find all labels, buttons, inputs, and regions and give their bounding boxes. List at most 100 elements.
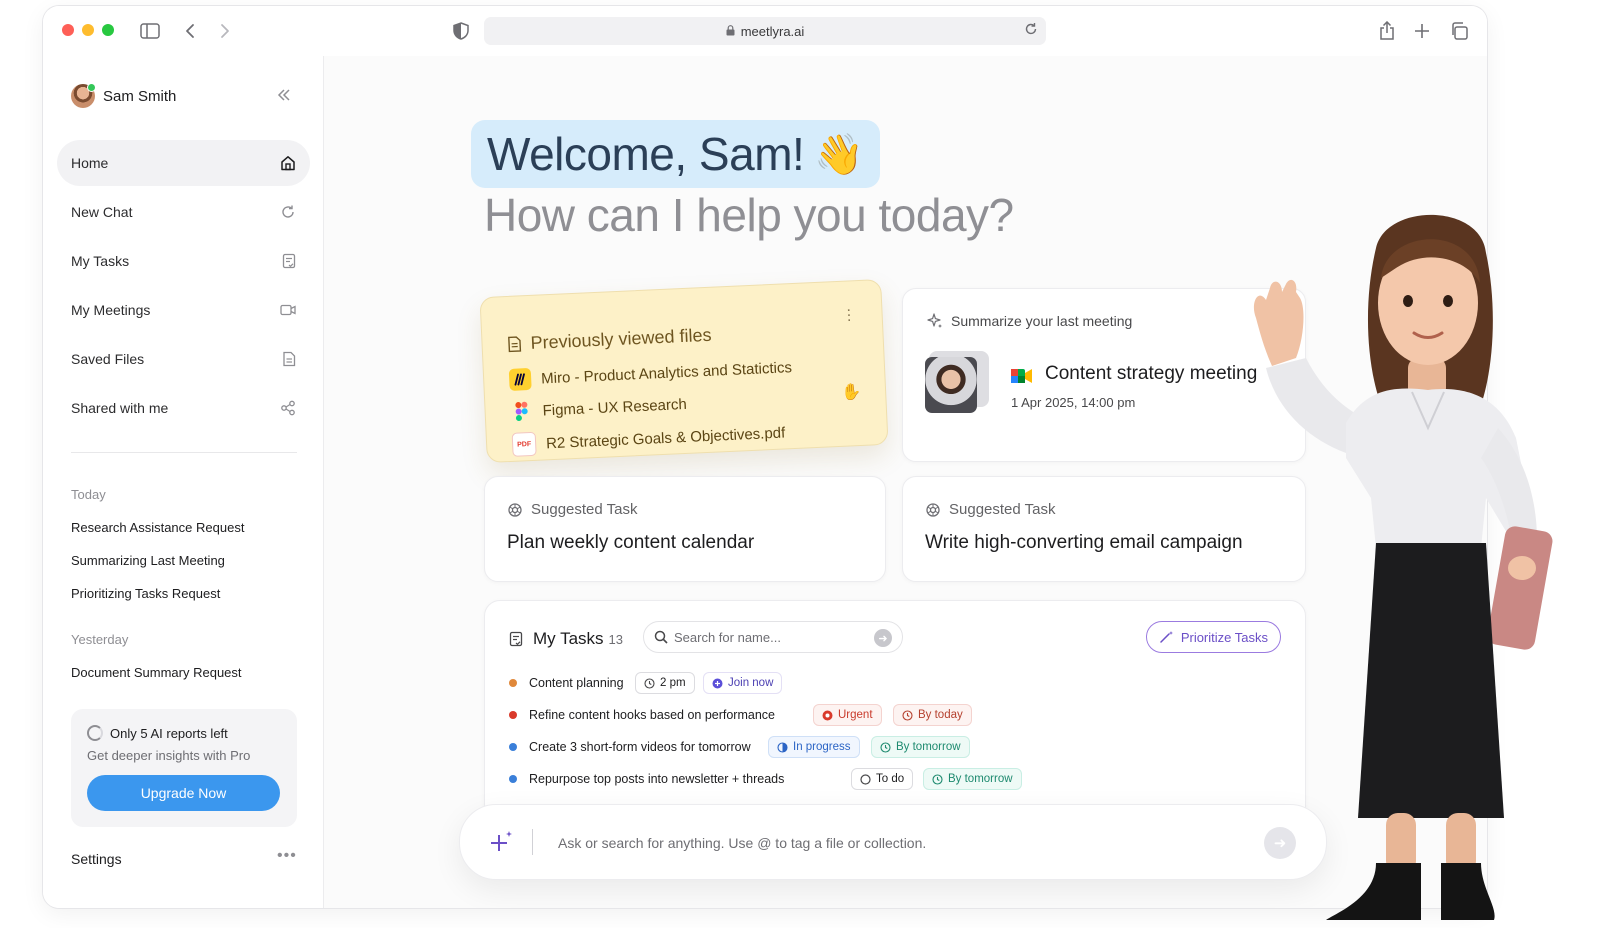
back-icon[interactable] [178,19,202,43]
tab-overview-icon[interactable] [1447,19,1471,43]
usage-ring-icon [87,725,103,741]
new-tab-icon[interactable] [1410,19,1434,43]
chat-input[interactable] [556,827,1250,859]
participant-avatar [925,357,977,413]
ai-sparkle-plus-icon[interactable] [490,830,514,854]
due-badge: By today [893,704,972,726]
sidebar-divider [71,452,297,453]
task-name: Refine content hooks based on performanc… [529,708,775,722]
refresh-chat-icon [280,204,296,220]
avatar [71,83,96,108]
share-icon[interactable] [1375,19,1399,43]
miro-icon [508,367,532,391]
magic-wand-icon [1159,630,1175,644]
more-options-icon[interactable]: ••• [277,847,297,865]
promo-title-text: Only 5 AI reports left [110,725,228,741]
task-status-dot [509,775,517,783]
plus-circle-icon [712,678,723,689]
home-icon [280,155,296,171]
sparkle-icon [927,313,943,329]
sidebar-item-home[interactable]: Home [57,140,310,186]
meeting-card-header-text: Summarize your last meeting [951,313,1133,329]
progress-icon [777,741,788,753]
google-meet-icon [1011,367,1033,385]
file-item[interactable]: Figma - UX Research [510,393,687,423]
forward-icon[interactable] [213,19,237,43]
history-item[interactable]: Document Summary Request [71,665,242,680]
suggested-task-label: Suggested Task [531,501,638,518]
due-badge-text: By today [918,709,963,721]
to-do-badge-text: To do [876,773,905,785]
task-search-field[interactable]: Search for name... ➜ [643,621,903,653]
more-vertical-icon[interactable]: · · · [846,301,853,328]
in-progress-badge-text: In progress [793,741,851,753]
sidebar-item-my-tasks[interactable]: My Tasks [57,238,310,284]
clock-icon [644,677,655,689]
address-bar[interactable]: meetlyra.ai [484,17,1046,45]
due-badge-text: By tomorrow [948,773,1013,785]
upgrade-now-button[interactable]: Upgrade Now [87,775,280,811]
privacy-shield-icon[interactable] [449,19,473,43]
suggested-task-title: Write high-converting email campaign [925,532,1243,553]
join-now-button[interactable]: Join now [703,672,783,694]
waving-woman-illustration [1253,214,1553,920]
file-item[interactable]: PDF R2 Strategic Goals & Objectives.pdf [511,420,786,457]
suggested-task-header: Suggested Task [507,501,637,518]
history-item[interactable]: Summarizing Last Meeting [71,553,225,568]
welcome-heading: Welcome, Sam! [487,128,805,180]
video-icon [280,304,296,316]
task-row[interactable]: Create 3 short-form videos for tomorrow [509,736,751,758]
openai-icon [507,502,523,518]
tasks-icon [509,631,523,647]
my-tasks-title-text: My Tasks [533,629,604,648]
close-window-button[interactable] [62,24,74,36]
openai-icon [925,502,941,518]
task-name: Content planning [529,676,624,690]
meeting-date: 1 Apr 2025, 14:00 pm [1011,395,1136,410]
meeting-title: Content strategy meeting [1045,363,1258,384]
task-row[interactable]: Content planning [509,672,624,694]
meeting-card-header: Summarize your last meeting [927,313,1132,329]
history-section-today: Today [71,487,106,502]
time-tag: 2 pm [635,672,695,694]
history-item[interactable]: Research Assistance Request [71,520,244,535]
search-icon [654,630,668,644]
sidebar: Sam Smith Home New Chat My Tasks My Meet… [43,56,324,908]
waving-hand-icon: 👋 [814,132,865,177]
sidebar-item-new-chat[interactable]: New Chat [57,189,310,235]
urgent-badge-text: Urgent [838,709,873,721]
file-icon [282,351,296,367]
history-item[interactable]: Prioritizing Tasks Request [71,586,220,601]
upgrade-promo-card: Only 5 AI reports left Get deeper insigh… [71,709,297,827]
sidebar-item-label: My Tasks [71,253,130,269]
share-nodes-icon [280,400,296,416]
history-section-yesterday: Yesterday [71,632,129,647]
task-row[interactable]: Refine content hooks based on performanc… [509,704,775,726]
sidebar-item-saved-files[interactable]: Saved Files [57,336,310,382]
user-profile[interactable]: Sam Smith [71,83,176,108]
promo-title: Only 5 AI reports left [87,725,228,741]
file-item[interactable]: Miro - Product Analytics and Statictics [508,356,793,391]
reload-icon[interactable] [1024,22,1038,39]
sidebar-item-shared-with-me[interactable]: Shared with me [57,385,310,431]
zoom-window-button[interactable] [102,24,114,36]
due-badge: By tomorrow [871,736,970,758]
suggested-task-card[interactable]: Suggested Task Plan weekly content calen… [484,476,886,582]
search-submit-icon[interactable]: ➜ [874,629,892,647]
my-tasks-title: My Tasks 13 [509,629,623,649]
chat-composer: ➜ [459,804,1327,880]
sidebar-toggle-icon[interactable] [138,19,162,43]
suggested-task-label: Suggested Task [949,501,1056,518]
clock-icon [880,741,891,753]
sidebar-item-my-meetings[interactable]: My Meetings [57,287,310,333]
file-name: R2 Strategic Goals & Objectives.pdf [545,423,786,452]
grab-hand-icon: ✋ [840,383,862,402]
minimize-window-button[interactable] [82,24,94,36]
task-row[interactable]: Repurpose top posts into newsletter + th… [509,768,784,790]
figma-icon [510,400,533,423]
composer-separator [532,829,533,855]
collapse-sidebar-icon[interactable] [277,88,291,106]
previously-viewed-files-card[interactable]: Previously viewed files · · · Miro - Produ… [479,278,889,464]
settings-link[interactable]: Settings [71,851,122,867]
clock-icon [932,773,943,785]
